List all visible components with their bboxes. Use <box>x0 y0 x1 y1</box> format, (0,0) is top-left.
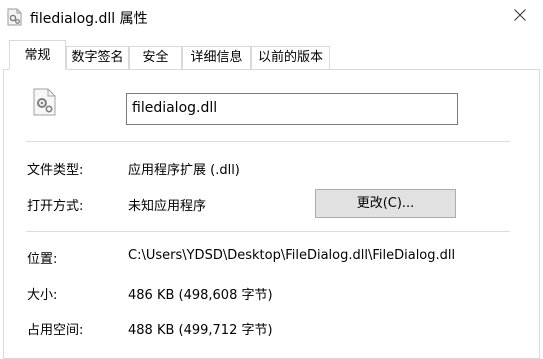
tab-previous-versions[interactable]: 以前的版本 <box>251 46 330 69</box>
window-title: filedialog.dll 属性 <box>30 11 148 27</box>
gear-file-icon <box>7 8 23 26</box>
close-button[interactable] <box>497 0 543 34</box>
size-label: 大小: <box>27 288 58 303</box>
location-label: 位置: <box>27 252 58 267</box>
title-bar[interactable]: filedialog.dll 属性 <box>0 0 543 34</box>
size-on-disk-label: 占用空间: <box>27 323 84 338</box>
gear-file-icon <box>33 88 57 116</box>
tab-security[interactable]: 安全 <box>129 46 182 69</box>
divider <box>26 141 510 142</box>
tab-details[interactable]: 详细信息 <box>182 46 251 69</box>
file-type-value: 应用程序扩展 (.dll) <box>128 163 240 178</box>
divider <box>26 231 510 232</box>
location-value: C:\Users\YDSD\Desktop\FileDialog.dll\Fil… <box>128 248 456 263</box>
tab-general[interactable]: 常规 <box>9 40 66 70</box>
open-with-value: 未知应用程序 <box>128 199 207 214</box>
file-type-label: 文件类型: <box>27 163 84 178</box>
properties-dialog: filedialog.dll 属性 常规 数字签名 安全 详细信息 以前的版本 … <box>0 0 543 359</box>
file-name-field[interactable]: filedialog.dll <box>126 93 458 125</box>
open-with-label: 打开方式: <box>27 199 84 214</box>
close-icon <box>514 9 526 25</box>
tab-digital-signatures[interactable]: 数字签名 <box>66 46 129 69</box>
change-button[interactable]: 更改(C)... <box>315 189 456 218</box>
size-value: 486 KB (498,608 字节) <box>128 288 273 303</box>
size-on-disk-value: 488 KB (499,712 字节) <box>128 323 273 338</box>
tab-strip: 常规 数字签名 安全 详细信息 以前的版本 <box>0 40 543 70</box>
